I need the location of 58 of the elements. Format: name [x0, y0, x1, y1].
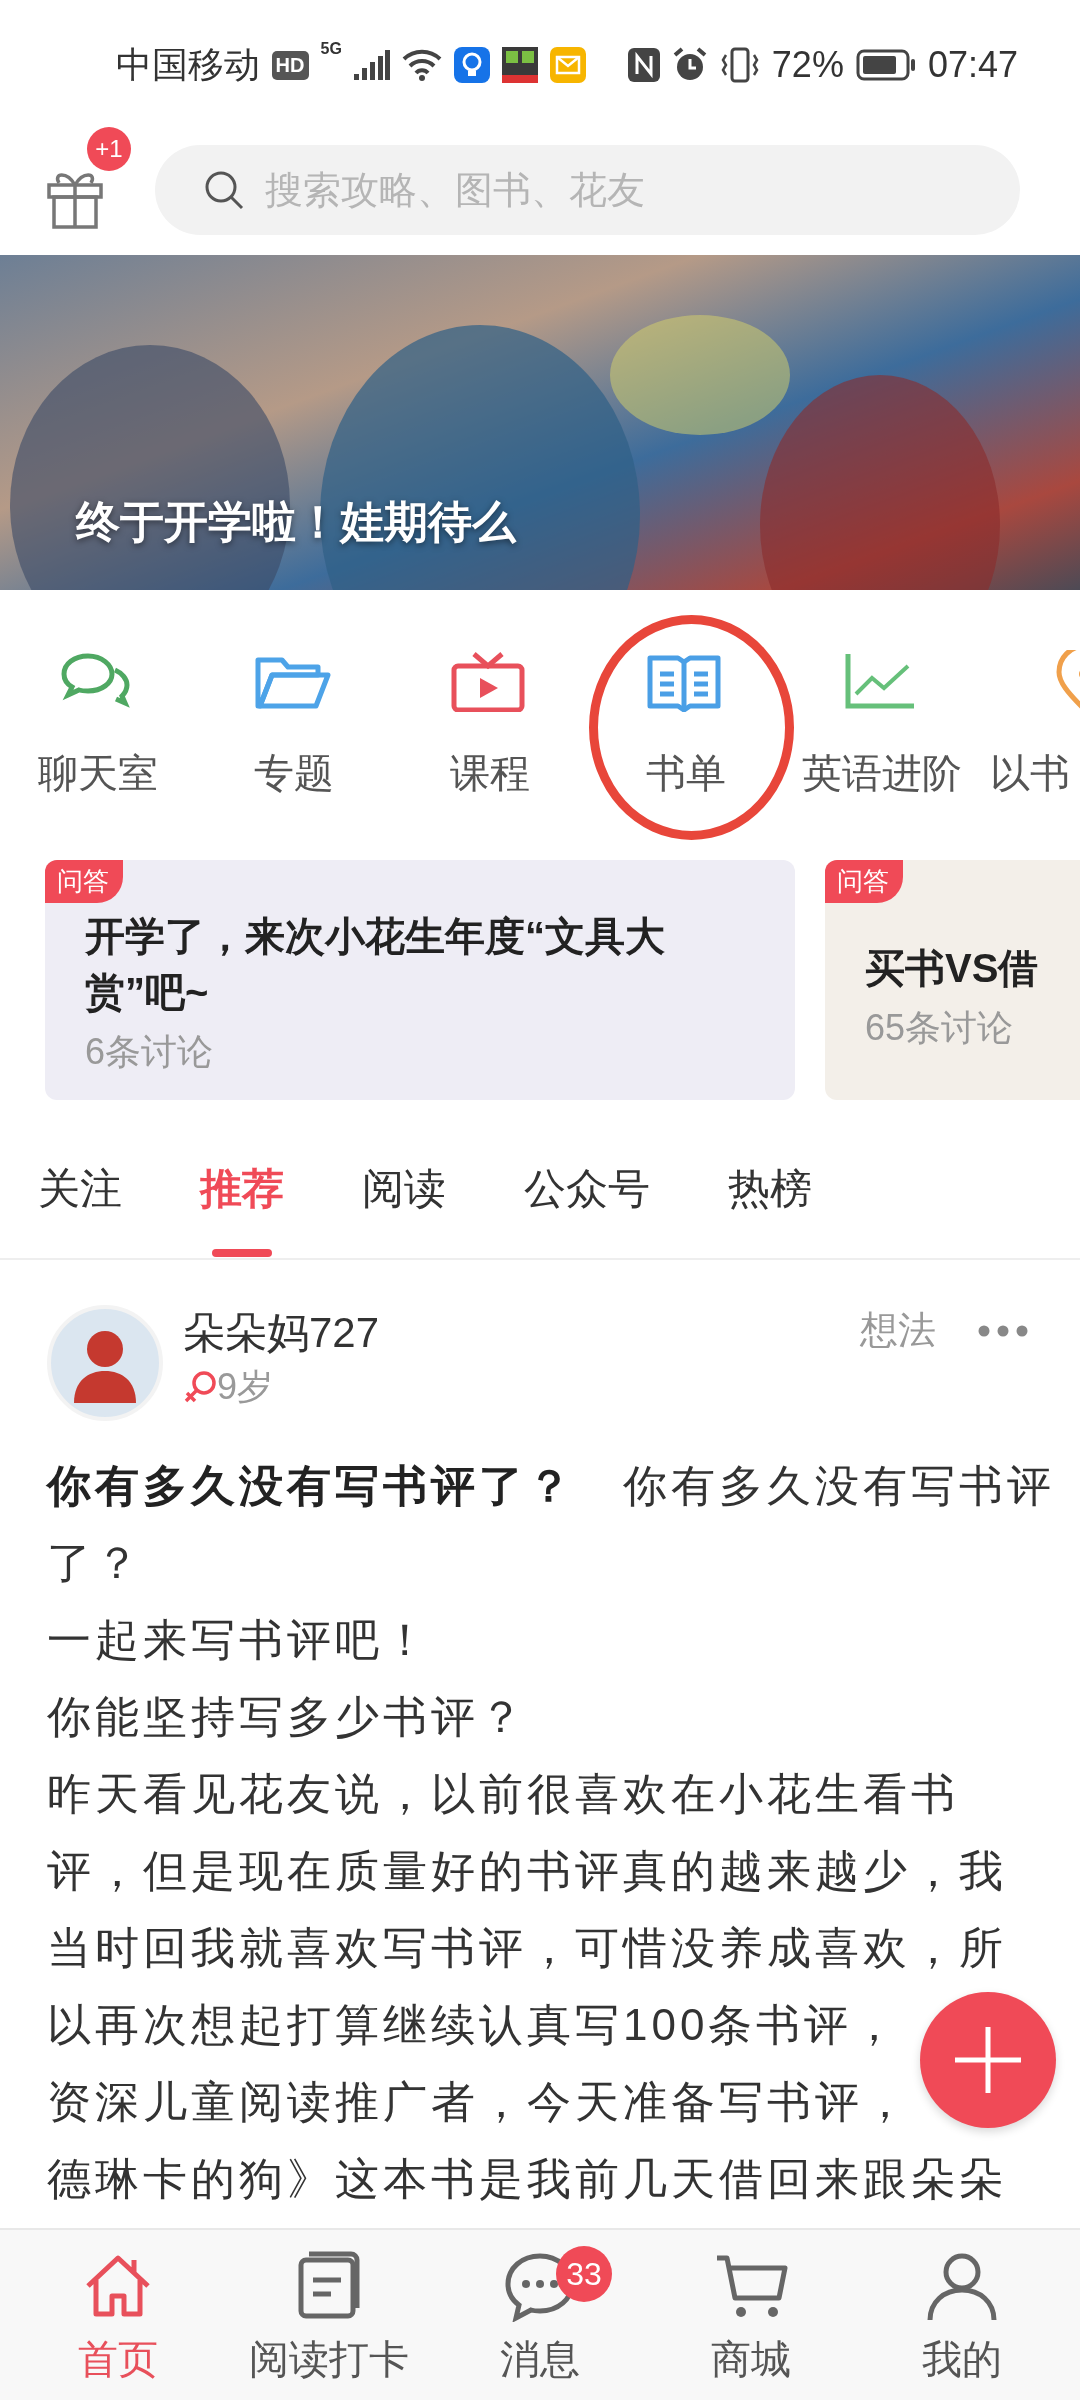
nav-tab[interactable]: 消息 33 — [434, 2230, 646, 2400]
question-card[interactable]: 问答 开学了，来次小花生年度“文具大赏”吧~ 6条讨论 — [45, 860, 795, 1100]
feed-tab[interactable]: 关注 — [38, 1119, 122, 1259]
battery-icon — [855, 49, 916, 81]
post-type: 想法 — [860, 1308, 936, 1353]
post-text-line: 了？ — [47, 1537, 143, 1589]
nfc-icon — [627, 48, 660, 82]
banner-photo[interactable]: 终于开学啦！娃期待么 — [0, 255, 1080, 590]
feed-tab[interactable]: 阅读 — [362, 1119, 446, 1259]
shortcut-label[interactable]: 英语进阶 — [802, 746, 962, 801]
clock-time: 07:47 — [927, 44, 1018, 86]
notification-badge: +1 — [87, 127, 131, 171]
banner-caption: 终于开学啦！娃期待么 — [76, 496, 516, 548]
shortcut-label[interactable]: 书单 — [646, 746, 726, 801]
alarm-icon — [671, 47, 708, 83]
nav-tab[interactable]: 阅读打卡 — [223, 2230, 435, 2400]
message-count-badge: 33 — [556, 2246, 612, 2302]
signal-icon — [353, 50, 390, 80]
post-text-line: 一起来写书评吧！ — [47, 1614, 431, 1666]
post-text-line: 资深儿童阅读推广者，今天准备写书评， — [47, 2076, 911, 2128]
hd-badge: HD — [271, 50, 309, 80]
post-text-line: 你能坚持写多少书评？ — [47, 1691, 527, 1743]
search-icon — [203, 169, 245, 211]
question-title: 买书VS借 — [865, 945, 1040, 992]
post-text-line: 当时回我就喜欢写书评，可惜没养成喜欢，所 — [47, 1922, 1007, 1974]
child-age: 9岁 — [217, 1365, 274, 1409]
app-notification-icon — [501, 47, 538, 83]
question-card[interactable]: 问答 买书VS借 65条讨论 — [825, 860, 1080, 1100]
shortcut-label[interactable]: 专题 — [254, 746, 334, 801]
more-icon[interactable] — [978, 1325, 1028, 1337]
search-field[interactable]: 搜索攻略、图书、花友 — [155, 145, 1020, 235]
question-title: 开学了，来次小花生年度“文具大赏”吧~ — [85, 913, 666, 1016]
shortcut-label[interactable]: 聊天室 — [38, 746, 158, 801]
discussion-count: 6条讨论 — [85, 1030, 215, 1074]
post-text-line: 以再次想起打算继续认真写100条书评， — [47, 1999, 901, 2051]
feed-tab[interactable]: 热榜 — [728, 1119, 812, 1259]
qa-tag: 问答 — [825, 860, 903, 903]
post-text-line: 德琳卡的狗》这本书是我前几天借回来跟朵朵 — [47, 2153, 1007, 2205]
discussion-count: 65条讨论 — [865, 1006, 1015, 1050]
vibrate-icon — [719, 47, 760, 83]
post-text-line: 你有多久没有写书评了？ 你有多久没有写书评 — [47, 1460, 1055, 1512]
carrier-name: 中国移动 — [115, 42, 260, 87]
nav-tab[interactable]: 商城 — [645, 2230, 857, 2400]
nav-tab[interactable]: 我的 — [856, 2230, 1068, 2400]
app-notification-icon — [453, 47, 490, 83]
author-name[interactable]: 朵朵妈727 — [183, 1305, 380, 1361]
post-text-line: 昨天看见花友说，以前很喜欢在小花生看书 — [47, 1768, 959, 1820]
shortcut-label[interactable]: 以书 — [990, 746, 1070, 801]
feed-tab[interactable]: 推荐 — [200, 1119, 284, 1259]
feed-tab[interactable]: 公众号 — [524, 1119, 650, 1259]
qa-tag: 问答 — [45, 860, 123, 903]
mail-icon — [549, 47, 586, 83]
wifi-icon — [401, 49, 442, 81]
plus-icon — [955, 2027, 1021, 2093]
battery-percentage: 72% — [771, 44, 844, 86]
network-type: 5G — [320, 40, 342, 58]
post-text-line: 评，但是现在质量好的书评真的越来越少，我 — [47, 1845, 1007, 1897]
shortcut-label[interactable]: 课程 — [450, 746, 530, 801]
